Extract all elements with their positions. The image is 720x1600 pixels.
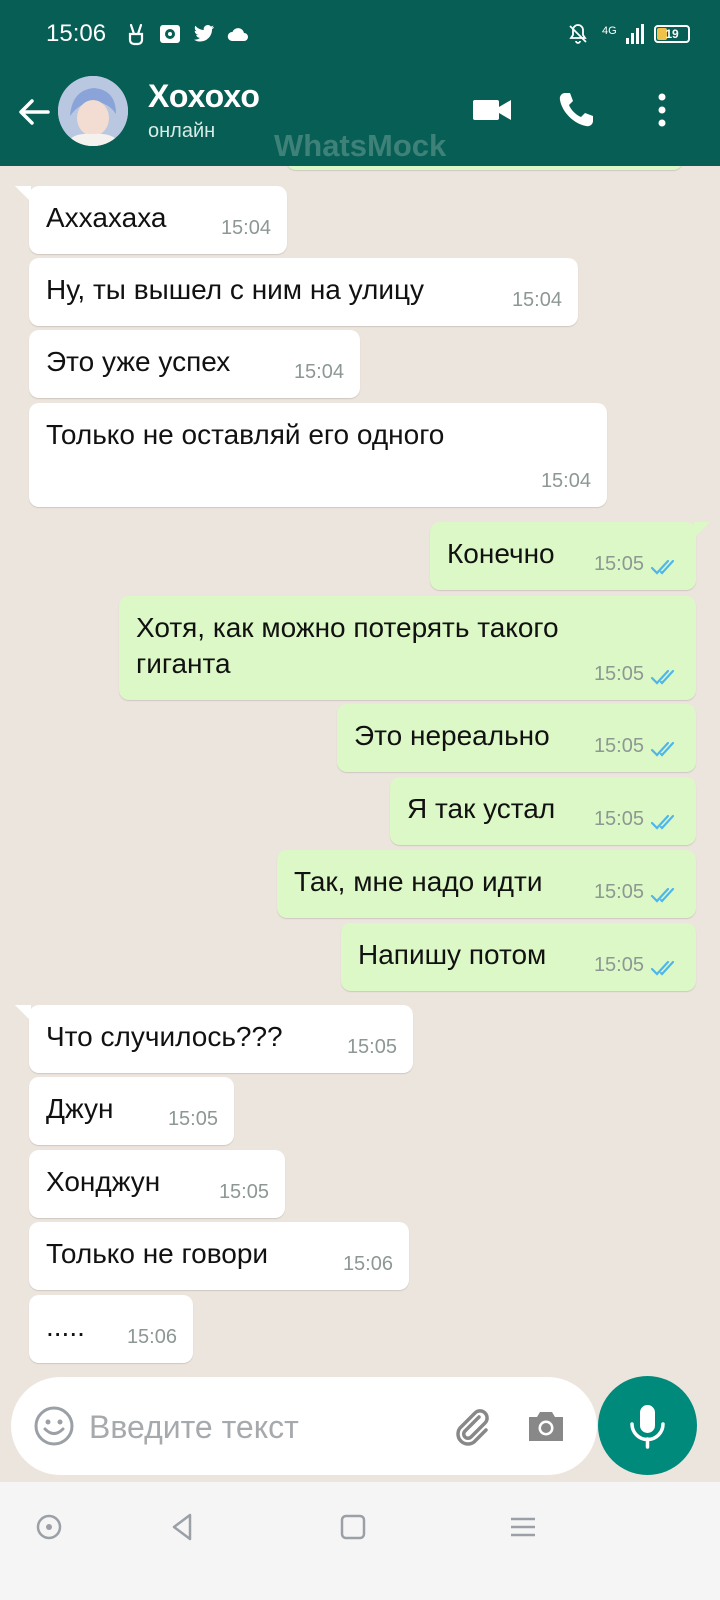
message-time: 15:05: [593, 954, 644, 976]
status-time: 15:06: [46, 20, 107, 47]
message-time: 15:05: [593, 735, 644, 757]
microphone-button[interactable]: [598, 1376, 697, 1475]
assistant-icon[interactable]: [32, 1510, 66, 1544]
contact-name[interactable]: Хохохо: [148, 78, 260, 115]
message-text: Аххахаха: [46, 202, 167, 233]
outgoing-message[interactable]: Хотя, как можно потерять такого гиганта 1…: [119, 596, 696, 700]
incoming-message[interactable]: Только не говори 15:06: [29, 1222, 409, 1290]
more-options-icon[interactable]: [638, 86, 686, 134]
microphone-icon: [630, 1405, 665, 1449]
bubble-tail: [15, 1005, 31, 1021]
system-icons: 4G 19: [566, 22, 690, 46]
camera-icon[interactable]: [523, 1403, 569, 1449]
back-arrow-icon[interactable]: [14, 92, 54, 132]
victory-hand-icon: [128, 23, 144, 46]
phone-call-icon[interactable]: [552, 86, 600, 134]
message-text: Только не оставляй его одного: [46, 419, 445, 450]
signal-icon: 4G: [602, 24, 644, 44]
read-ticks-icon: [650, 960, 675, 976]
message-time: 15:05: [593, 663, 644, 685]
read-ticks-icon: [650, 741, 675, 757]
contact-status: онлайн: [148, 120, 216, 142]
message-text: Напишу потом: [358, 939, 547, 970]
incoming-message[interactable]: Это уже успех 15:04: [29, 330, 360, 398]
message-time: 15:05: [593, 808, 644, 830]
battery-level: 19: [665, 27, 679, 41]
read-ticks-icon: [650, 814, 675, 830]
incoming-message[interactable]: Аххахаха 15:04: [29, 186, 287, 254]
bubble-tail: [15, 186, 31, 202]
video-call-icon[interactable]: [468, 86, 516, 134]
system-nav-bar: [0, 1482, 720, 1600]
read-ticks-icon: [650, 559, 675, 575]
outgoing-message[interactable]: Напишу потом 15:05: [341, 923, 696, 991]
chat-header: Хохохо онлайн WhatsMock: [0, 56, 720, 166]
message-time: 15:04: [293, 361, 344, 383]
outgoing-message[interactable]: Я так устал 15:05: [390, 777, 696, 845]
ring-icon: [160, 25, 180, 43]
message-time: 15:04: [220, 217, 271, 239]
message-time: 15:04: [540, 470, 591, 492]
status-bar: 15:06 4G 19: [0, 0, 720, 56]
incoming-message[interactable]: Джун 15:05: [29, 1077, 234, 1145]
back-nav-icon[interactable]: [166, 1510, 200, 1544]
message-text: Только не говори: [46, 1238, 269, 1269]
read-ticks-icon: [650, 669, 675, 685]
twitter-icon: [194, 25, 214, 42]
message-time: 15:05: [346, 1036, 397, 1058]
message-time: 15:05: [593, 553, 644, 575]
message-time: 15:05: [167, 1108, 218, 1130]
message-text: Так, мне надо идти: [294, 866, 543, 897]
message-time: 15:06: [342, 1253, 393, 1275]
message-text: .....: [46, 1311, 85, 1342]
message-text: Это уже успех: [46, 346, 231, 377]
read-ticks-icon: [650, 887, 675, 903]
outgoing-message[interactable]: Конечно 15:05: [430, 522, 696, 590]
outgoing-message[interactable]: Так, мне надо идти 15:05: [277, 850, 696, 918]
incoming-message[interactable]: Ну, ты вышел с ним на улицу 15:04: [29, 258, 578, 326]
message-text: Хотя, как можно потерять такого гиганта: [136, 612, 559, 679]
cloud-icon: [227, 28, 248, 41]
notification-icons: [124, 22, 250, 46]
message-time: 15:05: [218, 1181, 269, 1203]
message-text: Это нереально: [354, 720, 550, 751]
incoming-message[interactable]: ..... 15:06: [29, 1295, 193, 1363]
message-input[interactable]: [89, 1399, 419, 1455]
previous-message-edge: [286, 166, 683, 170]
message-text: Конечно: [447, 538, 555, 569]
recents-nav-icon[interactable]: [506, 1510, 540, 1544]
avatar-photo: [58, 76, 128, 146]
message-text: Хонджун: [46, 1166, 161, 1197]
chat-area[interactable]: Аххахаха 15:04 Ну, ты вышел с ним на улицу…: [0, 166, 720, 1506]
message-time: 15:06: [126, 1326, 177, 1348]
message-time: 15:05: [593, 881, 644, 903]
attach-icon[interactable]: [449, 1403, 495, 1449]
incoming-message[interactable]: Только не оставляй его одного 15:04: [29, 403, 607, 507]
message-input-bar: [11, 1377, 597, 1475]
message-text: Что случилось???: [46, 1021, 283, 1052]
battery-icon: 19: [654, 25, 690, 43]
mute-bell-icon: [569, 24, 587, 44]
emoji-icon[interactable]: [33, 1405, 75, 1447]
network-type: 4G: [602, 25, 617, 37]
message-text: Джун: [46, 1093, 114, 1124]
outgoing-message[interactable]: Это нереально 15:05: [337, 704, 696, 772]
avatar[interactable]: [58, 76, 128, 146]
home-nav-icon[interactable]: [336, 1510, 370, 1544]
watermark: WhatsMock: [274, 128, 447, 163]
message-text: Я так устал: [407, 793, 556, 824]
message-text: Ну, ты вышел с ним на улицу: [46, 274, 425, 305]
message-time: 15:04: [511, 289, 562, 311]
bubble-tail: [694, 522, 710, 538]
incoming-message[interactable]: Хонджун 15:05: [29, 1150, 285, 1218]
incoming-message[interactable]: Что случилось??? 15:05: [29, 1005, 413, 1073]
